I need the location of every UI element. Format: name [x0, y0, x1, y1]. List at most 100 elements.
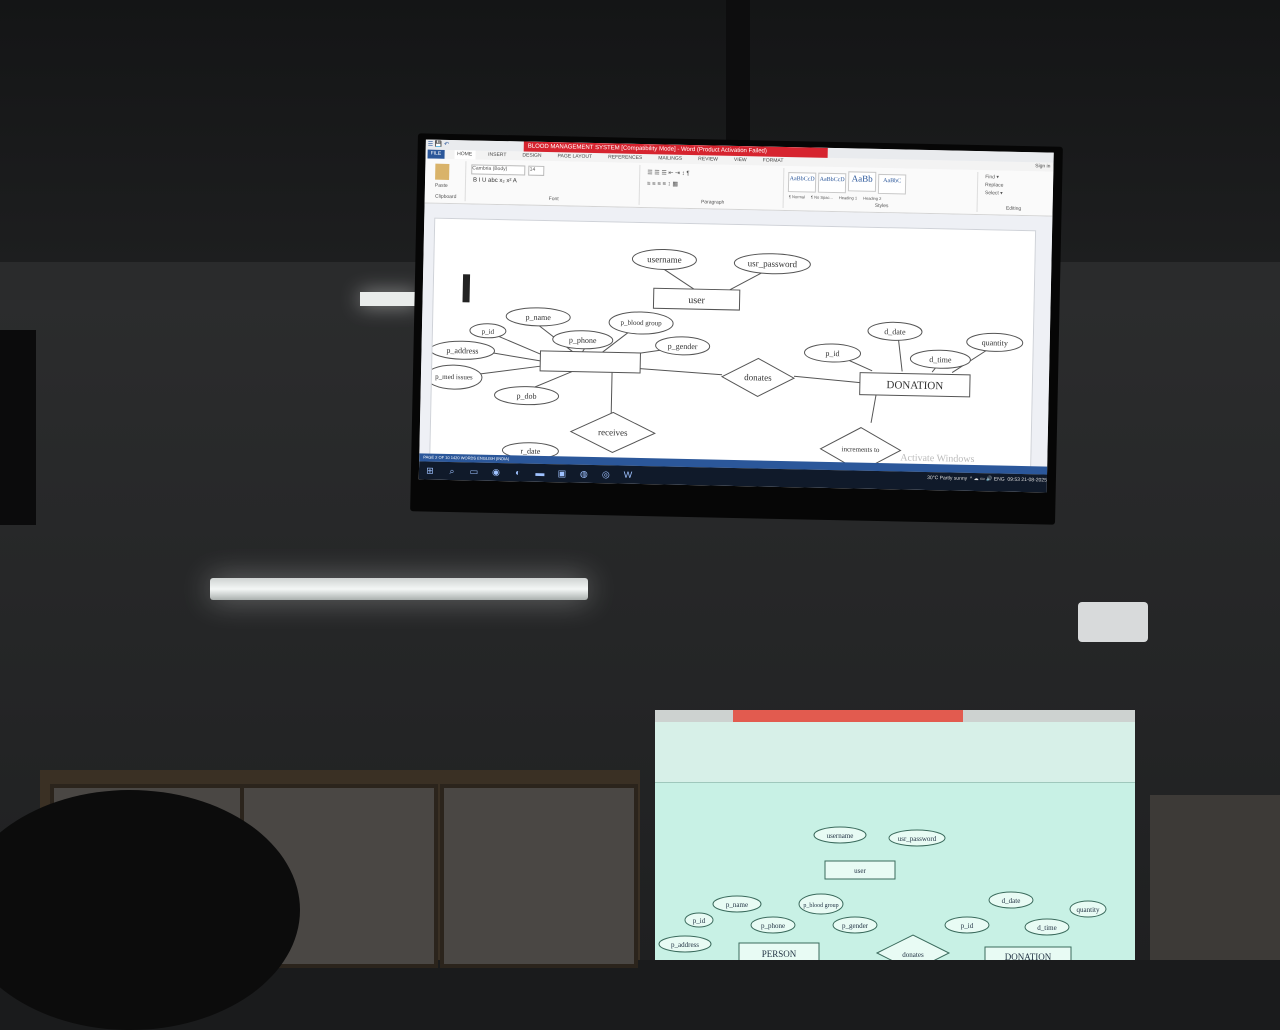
second-monitor: username usr_password user p_name p_bloo… — [655, 710, 1135, 960]
weather-text[interactable]: 30°C Partly sunny — [927, 475, 967, 482]
style-heading-2[interactable]: AaBbC — [877, 173, 907, 195]
tab-view[interactable]: VIEW — [731, 156, 750, 165]
alignment-buttons[interactable]: ≡ ≡ ≡ ≡ ↕ ▦ — [647, 180, 779, 190]
attr-p-id: p_id — [825, 349, 839, 358]
ceiling-light-small — [360, 292, 418, 306]
font-size-select[interactable]: 14 — [528, 165, 545, 176]
clipboard-group: Paste Clipboard — [426, 160, 467, 202]
attr-p-blood-group: p_blood group — [803, 903, 838, 909]
attr-p-address: p_address — [446, 346, 478, 356]
attr-d-date: d_date — [884, 327, 906, 336]
style-name: ¶ Normal — [788, 194, 805, 200]
attr-r-date: r_date — [520, 447, 541, 456]
document-page[interactable]: username usr_password user p_name p_bloo… — [425, 217, 1037, 473]
notice-panel — [1150, 795, 1280, 960]
lang-indicator[interactable]: ENG — [994, 476, 1005, 482]
style-heading-1[interactable]: AaBb — [847, 171, 877, 192]
start-icon[interactable]: ⊞ — [425, 466, 435, 476]
attr-p-blood-group: p_blood group — [621, 319, 663, 328]
attr-p-med-issues: p_med issues — [435, 373, 473, 382]
relation-donates: donates — [902, 951, 924, 959]
group-label: Font — [548, 196, 559, 203]
find-button[interactable]: Find ▾ — [985, 174, 1043, 181]
entity-user: user — [854, 867, 866, 875]
edge-icon[interactable]: ◐ — [513, 467, 523, 477]
word-icon[interactable]: W — [623, 470, 633, 480]
relation-increments-to: increments to — [841, 445, 880, 454]
style-normal[interactable]: AaBbCcD — [787, 172, 817, 193]
tab-insert[interactable]: INSERT — [485, 151, 509, 161]
attr-usr-password: usr_password — [748, 258, 798, 269]
clock-date[interactable]: 21-08-2025 — [1021, 477, 1047, 484]
document-area[interactable]: username usr_password user p_name p_bloo… — [419, 203, 1053, 473]
task-view-icon[interactable]: ▭ — [469, 466, 479, 476]
system-tray[interactable]: 30°C Partly sunny ^ ☁ ▭ 🔊 ENG 09:53 21-0… — [927, 475, 1047, 484]
select-button[interactable]: Select ▾ — [985, 190, 1043, 197]
title-bar-red — [733, 710, 963, 722]
tv-monitor: ☰ 💾 ↶ BLOOD MANAGEMENT SYSTEM [Compatibi… — [410, 133, 1063, 525]
attr-quantity: quantity — [1077, 906, 1100, 914]
attr-usr-password: usr_password — [898, 835, 937, 843]
word-window: ☰ 💾 ↶ BLOOD MANAGEMENT SYSTEM [Compatibi… — [418, 139, 1054, 493]
attr-p-phone: p_phone — [569, 335, 597, 345]
projector — [1078, 602, 1148, 642]
attr-p-phone: p_phone — [761, 922, 785, 930]
relation-receives: receives — [598, 427, 628, 438]
browser-icon[interactable]: ◍ — [579, 469, 589, 479]
attr-p-dob: p_dob — [516, 391, 536, 400]
store-icon[interactable]: ▣ — [557, 468, 567, 478]
attr-p-gender: p_gender — [668, 342, 698, 352]
group-label: Paragraph — [700, 199, 725, 206]
replace-button[interactable]: Replace — [985, 182, 1043, 189]
attr-p-id: p_id — [961, 922, 974, 930]
search-icon[interactable]: ⌕ — [447, 466, 457, 476]
chrome-icon[interactable]: ◉ — [491, 467, 501, 477]
attr-d-time: d_time — [1037, 924, 1056, 932]
style-no-spacing[interactable]: AaBbCcD — [817, 172, 847, 194]
paragraph-buttons[interactable]: ☰ ☰ ☰ ⇤ ⇥ ↕ ¶ — [647, 169, 779, 179]
group-label: Editing — [1005, 205, 1022, 212]
entity-user: user — [688, 295, 706, 306]
text-cursor-marker — [462, 274, 471, 303]
attr-username: username — [647, 254, 682, 265]
attr-d-time: d_time — [929, 355, 952, 364]
font-name-select[interactable]: Cambria (Body) — [471, 164, 526, 176]
editing-group: Find ▾ Replace Select ▾ Editing — [981, 172, 1048, 213]
chrome-icon[interactable]: ◎ — [601, 469, 611, 479]
entity-person: PERSON — [762, 949, 797, 959]
attr-p-id: p_id — [693, 917, 706, 925]
attr-p-gender: p_gender — [842, 922, 869, 930]
attr-d-date: d_date — [1002, 897, 1021, 905]
ceiling-light-tube — [210, 578, 588, 600]
paste-button[interactable]: Paste — [435, 183, 465, 190]
notice-panel — [440, 784, 638, 968]
tab-file[interactable]: FILE — [427, 149, 445, 159]
sign-in-link[interactable]: Sign in — [1032, 162, 1053, 171]
style-name: Heading 2 — [863, 195, 882, 202]
group-label: Clipboard — [434, 193, 457, 201]
entity-donation: DONATION — [886, 379, 943, 392]
paste-icon[interactable] — [435, 163, 450, 180]
quick-access-toolbar[interactable]: ☰ 💾 ↶ — [428, 139, 449, 149]
file-explorer-icon[interactable]: ▬ — [535, 468, 545, 478]
attr-p-id: p_id — [482, 328, 495, 336]
tv-mount — [726, 0, 750, 150]
group-label: Styles — [874, 202, 889, 210]
title-bar — [655, 710, 1135, 722]
attr-p-name: p_name — [726, 901, 748, 909]
attr-quantity: quantity — [982, 338, 1008, 348]
styles-group: AaBbCcD AaBbCcD AaBb AaBbC ¶ Normal ¶ No Sp… — [786, 168, 979, 213]
attr-p-name: p_name — [525, 313, 551, 323]
paragraph-group: ☰ ☰ ☰ ⇤ ⇥ ↕ ¶ ≡ ≡ ≡ ≡ ↕ ▦ Paragraph — [642, 165, 785, 208]
relation-donates: donates — [744, 372, 772, 383]
format-buttons[interactable]: B I U abc x₂ x² A — [473, 177, 639, 186]
entity-donation: DONATION — [1005, 952, 1052, 960]
attr-p-address: p_address — [671, 941, 699, 949]
er-diagram-mirror: username usr_password user p_name p_bloo… — [658, 826, 1107, 960]
tab-home[interactable]: HOME — [454, 150, 476, 160]
ribbon — [655, 722, 1135, 783]
clock-time[interactable]: 09:53 — [1007, 477, 1020, 483]
attr-username: username — [827, 832, 854, 840]
er-diagram: username usr_password user p_name p_bloo… — [425, 248, 1024, 473]
style-name: ¶ No Spac... — [810, 194, 833, 200]
